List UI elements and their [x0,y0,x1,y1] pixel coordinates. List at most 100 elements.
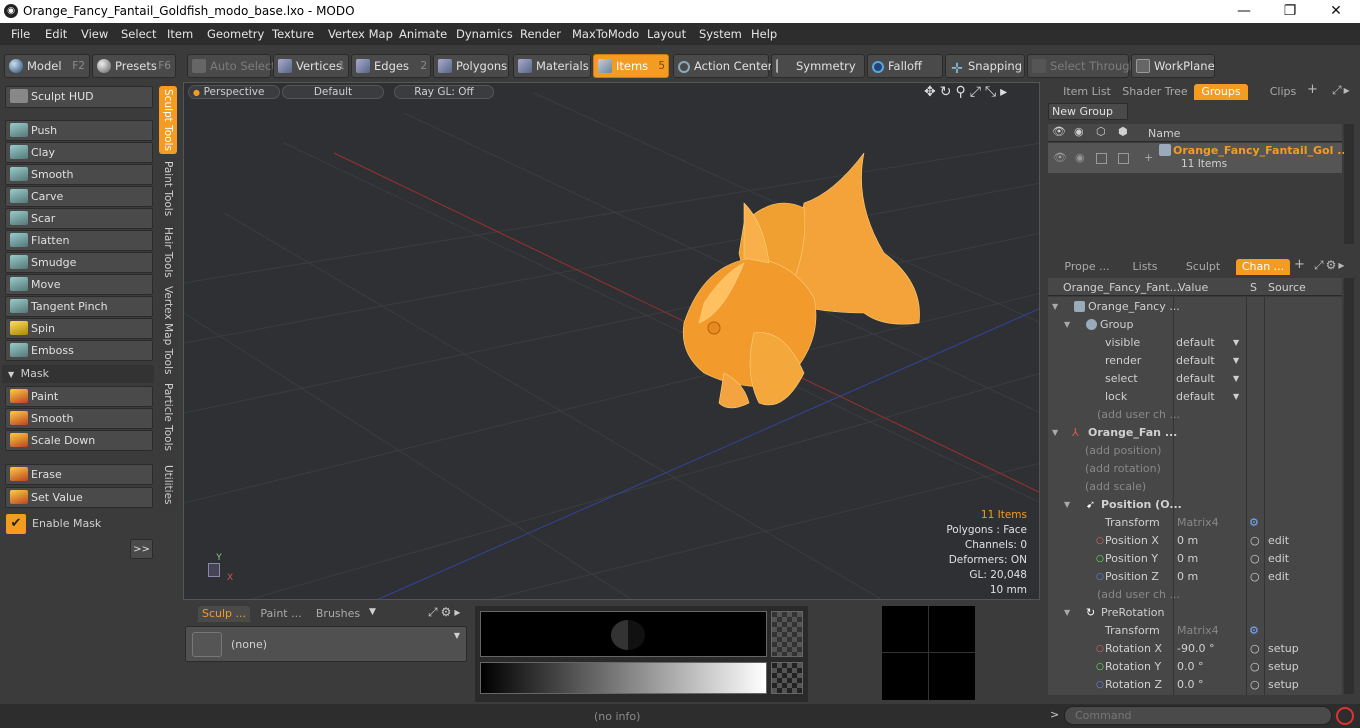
tab-lists[interactable]: Lists [1122,259,1168,275]
group-lock-checkbox[interactable] [1096,153,1107,164]
add-tab-icon[interactable]: + [1307,82,1318,97]
erase-button[interactable]: Erase [5,464,153,485]
edges-button[interactable]: Edges 2 [351,54,431,78]
channel-row-render[interactable]: render default ▼ [1050,352,1340,370]
clay-tool-button[interactable]: Clay [5,142,153,163]
new-group-button[interactable]: New Group [1048,103,1128,120]
push-tool-button[interactable]: Push [5,120,153,141]
channel-row-add-user[interactable]: (add user ch ... [1050,406,1340,424]
value-dropdown-icon[interactable]: ▼ [1233,334,1239,352]
viewport-nav-icons[interactable]: ✥↻⚲⤢⤡▸ [924,84,1011,100]
menu-geometry[interactable]: Geometry [207,27,264,41]
menu-texture[interactable]: Texture [272,27,314,41]
menu-vertex-map[interactable]: Vertex Map [328,27,393,41]
collapse-arrow-icon[interactable]: ▼ [1052,298,1058,316]
3d-viewport[interactable]: ● Perspective Default Ray GL: Off ✥↻⚲⤢⤡▸… [183,82,1040,600]
channel-row-lock[interactable]: lock default ▼ [1050,388,1340,406]
tab-particle-tools[interactable]: Particle Tools [159,380,177,454]
menu-help[interactable]: Help [751,27,777,41]
menu-file[interactable]: File [11,27,30,41]
scar-tool-button[interactable]: Scar [5,208,153,229]
enable-mask-checkbox[interactable]: ✔ [6,514,26,534]
expand-button[interactable]: >> [130,539,153,559]
menu-animate[interactable]: Animate [399,27,447,41]
tangent-pinch-tool-button[interactable]: Tangent Pinch [5,296,153,317]
mask-scale-down-button[interactable]: Scale Down [5,430,153,451]
channel-row-position-y[interactable]: ○ Position Y0 m ○ edit [1050,550,1340,568]
carve-tool-button[interactable]: Carve [5,186,153,207]
tab-item-list[interactable]: Item List [1058,84,1116,100]
channel-row-rotation-z[interactable]: ○ Rotation Z 0.0 ° ○ setup [1050,676,1340,694]
tab-utilities[interactable]: Utilities [159,458,177,512]
mask-section-header[interactable]: ▼ Mask [2,365,154,383]
close-button[interactable]: ✕ [1313,0,1359,23]
smudge-tool-button[interactable]: Smudge [5,252,153,273]
tab-channels[interactable]: Chan ... [1236,259,1290,275]
channel-row-prerotation[interactable]: ▼ ↻ PreRotation [1050,604,1340,622]
anim-key-icon[interactable]: ○ [1250,640,1260,658]
expand-plus-icon[interactable]: + [1144,151,1153,164]
falloff-button[interactable]: Falloff [867,54,943,78]
vertices-button[interactable]: Vertices 1 [273,54,349,78]
anim-key-icon[interactable]: ○ [1250,532,1260,550]
model-mode-button[interactable]: Model F2 [4,54,90,78]
channel-row-position-x[interactable]: ○ Position X0 m ○ edit [1050,532,1340,550]
matrix-link-icon[interactable]: ⚙ [1249,514,1259,532]
tab-clips[interactable]: Clips [1262,84,1304,100]
shading-style-dropdown[interactable]: Default [282,85,384,99]
value-dropdown-icon[interactable]: ▼ [1233,370,1239,388]
flatten-tool-button[interactable]: Flatten [5,230,153,251]
anim-key-icon[interactable]: ○ [1250,658,1260,676]
channel-row-position[interactable]: ▼ ➹ Position (O... [1050,496,1340,514]
menu-system[interactable]: System [699,27,742,41]
tab-vertex-map-tools[interactable]: Vertex Map Tools [159,284,177,376]
tab-groups[interactable]: Groups [1194,84,1248,100]
tab-sculpt-tools[interactable]: Sculpt Tools [159,86,177,154]
channel-row-locator[interactable]: ▼ ⅄ Orange_Fan ... [1050,424,1340,442]
channel-row-position-z[interactable]: ○ Position Z0 m ○ edit [1050,568,1340,586]
group-visible-icon[interactable]: 👁 [1053,151,1067,164]
collapse-arrow-icon[interactable]: ▼ [1064,604,1070,622]
record-macro-icon[interactable] [1336,707,1354,725]
collapse-arrow-icon[interactable]: ▼ [1064,316,1070,334]
polygons-button[interactable]: Polygons [433,54,509,78]
menu-item[interactable]: Item [167,27,193,41]
select-through-button[interactable]: Select Through [1027,54,1137,78]
tab-paint-tools[interactable]: Paint Tools [159,158,177,220]
panel-options-icons[interactable]: ⤢⚙▸ [1314,258,1346,273]
anim-key-icon[interactable]: ○ [1250,676,1260,694]
materials-button[interactable]: Materials [513,54,591,78]
emboss-tool-button[interactable]: Emboss [5,340,153,361]
menu-maxtomodo[interactable]: MaxToModo [572,27,639,41]
items-button[interactable]: Items 5 [593,54,669,78]
tab-hair-tools[interactable]: Hair Tools [159,224,177,280]
view-type-dropdown[interactable]: ● Perspective [188,85,280,99]
symmetry-button[interactable]: Symmetry [771,54,865,78]
maximize-button[interactable]: ❐ [1267,0,1313,23]
channel-row-select[interactable]: select default ▼ [1050,370,1340,388]
menu-select[interactable]: Select [121,27,156,41]
channel-row-rotation-x[interactable]: ○ Rotation X -90.0 ° ○ setup [1050,640,1340,658]
mask-smooth-button[interactable]: Smooth [5,408,153,429]
tab-sculp[interactable]: Sculp ... [198,606,250,622]
tab-sculpt[interactable]: Sculpt [1178,259,1228,275]
channel-row-rotation-y[interactable]: ○ Rotation Y 0.0 ° ○ setup [1050,658,1340,676]
collapse-arrow-icon[interactable]: ▼ [1052,424,1058,442]
menu-dynamics[interactable]: Dynamics [456,27,513,41]
channels-scrollbar[interactable] [1344,278,1354,694]
smooth-tool-button[interactable]: Smooth [5,164,153,185]
channel-row-add-user-2[interactable]: (add user ch ... [1050,586,1340,604]
menu-edit[interactable]: Edit [45,27,67,41]
menu-view[interactable]: View [81,27,108,41]
channel-row-add-rotation[interactable]: (add rotation) [1050,460,1340,478]
action-center-button[interactable]: Action Center [673,54,772,78]
tab-brushes[interactable]: Brushes [313,606,363,622]
tab-properties[interactable]: Prope ... [1058,259,1116,275]
snapping-button[interactable]: ✛ Snapping [945,54,1025,78]
group-render-icon[interactable]: ◉ [1075,151,1085,164]
tab-paint[interactable]: Paint ... [255,606,307,622]
auto-select-button[interactable]: Auto Select [187,54,276,78]
set-value-button[interactable]: Set Value [5,487,153,508]
panel-options-icons[interactable]: ⤢⚙▸ [428,605,463,620]
group-row[interactable]: 👁 ◉ + Orange_Fancy_Fantail_Gol ... 11 It… [1048,143,1350,173]
